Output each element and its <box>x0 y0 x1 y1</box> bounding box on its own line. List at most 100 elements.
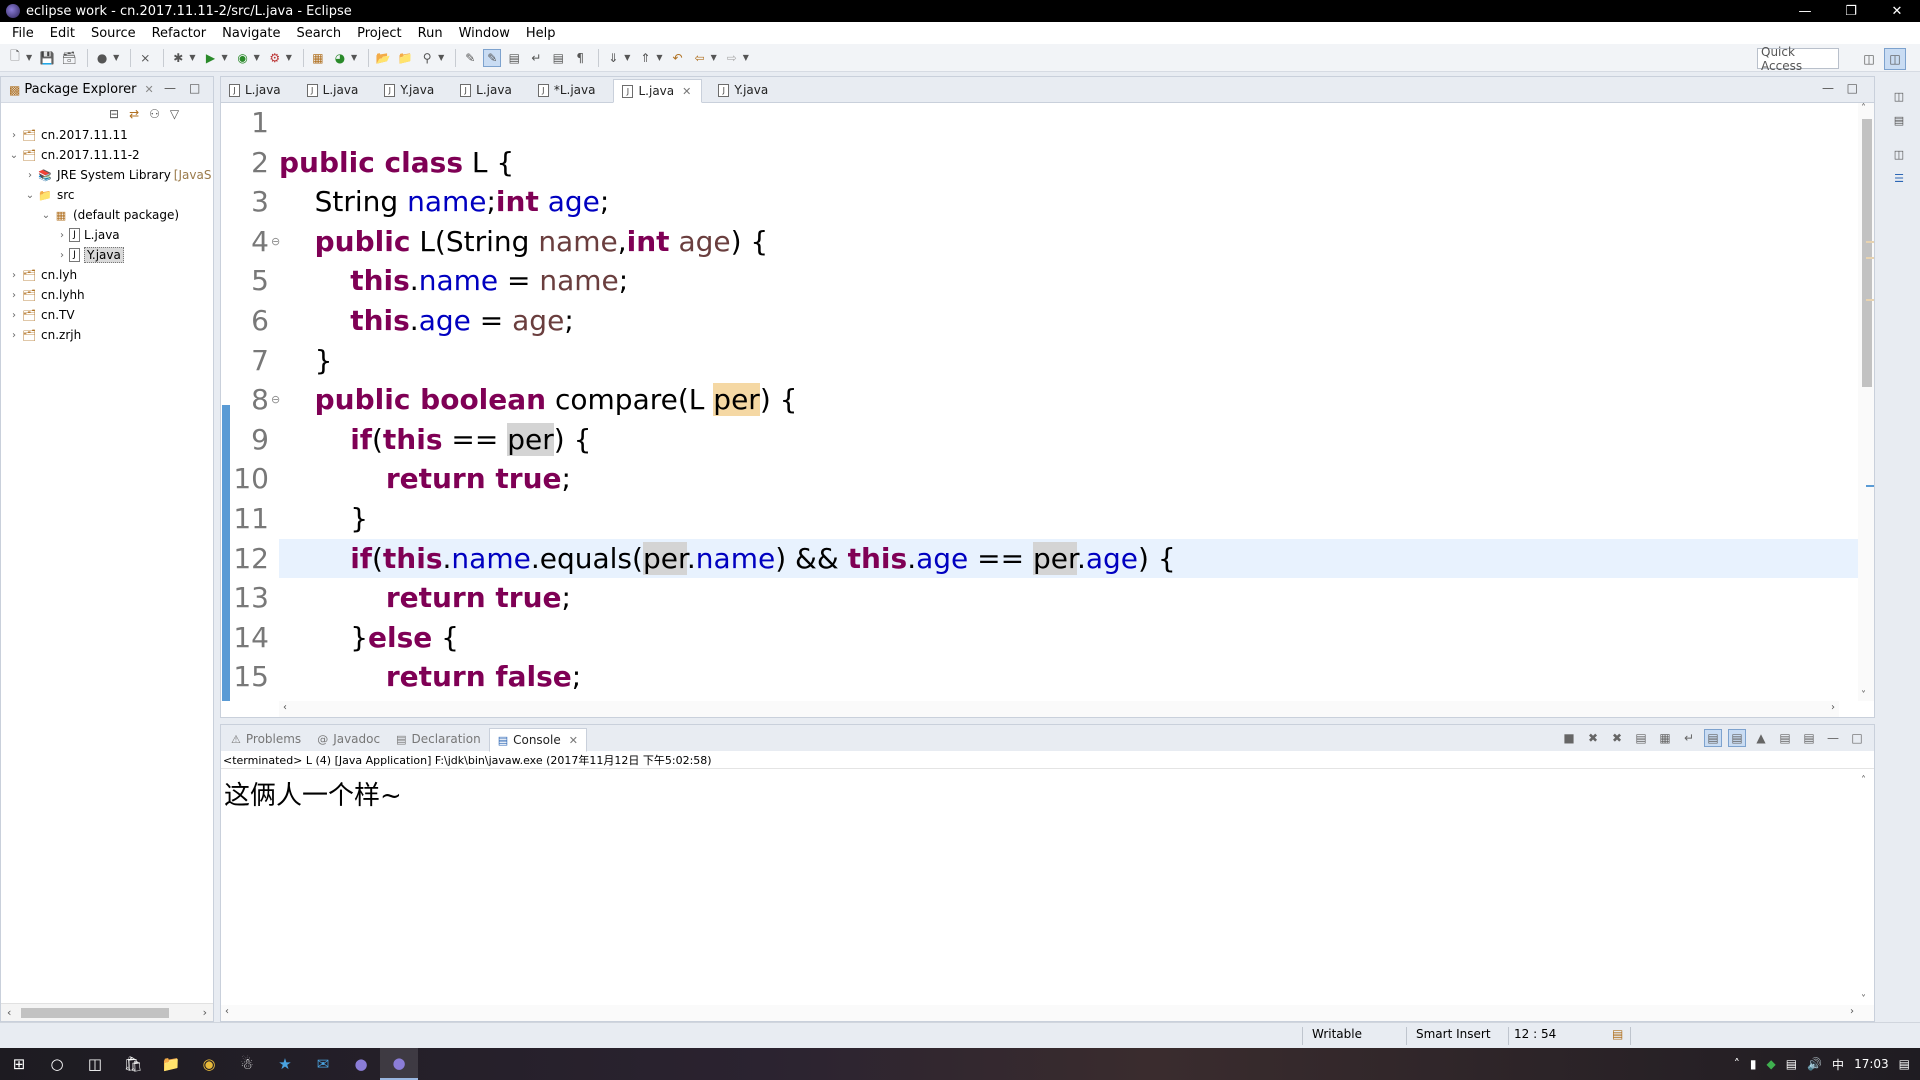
editor-tab[interactable]: J L.java <box>221 78 291 102</box>
open-type-icon[interactable]: 📂 <box>374 49 392 67</box>
menu-project[interactable]: Project <box>349 26 409 41</box>
code-line[interactable]: 3 String name;int age; <box>221 182 1861 221</box>
coverage-dropdown-icon[interactable]: ▼ <box>254 53 260 62</box>
tab-problems[interactable]: ⚠ Problems <box>223 727 309 751</box>
new-dropdown-icon[interactable]: ▼ <box>26 53 32 62</box>
restore-icon[interactable]: ❐ <box>1828 0 1874 22</box>
maximize-view-icon[interactable]: □ <box>1847 81 1858 95</box>
previous-annotation-icon[interactable]: ⇑ <box>636 49 654 67</box>
scroll-left-icon[interactable]: ‹ <box>7 1006 11 1019</box>
open-task-icon[interactable]: 📁 <box>396 49 414 67</box>
code-line[interactable]: 6 this.age = age; <box>221 301 1861 340</box>
pin-console-icon[interactable]: ▲ <box>1752 729 1770 747</box>
scroll-right-icon[interactable]: › <box>203 1006 207 1019</box>
quick-access-input[interactable]: Quick Access <box>1757 45 1839 73</box>
code-line[interactable]: 8 ⊖ public boolean compare(L per) { <box>221 380 1861 419</box>
minimize-view-icon[interactable]: — <box>1824 729 1842 747</box>
menu-refactor[interactable]: Refactor <box>144 26 215 41</box>
progress-icon[interactable]: ▤ <box>1612 1027 1623 1041</box>
collapsed-chevron-icon[interactable]: › <box>7 330 21 341</box>
notification-icon[interactable]: ▤ <box>1899 1057 1910 1071</box>
view-menu-icon[interactable]: ▽ <box>170 107 179 121</box>
task-view-icon[interactable]: ◫ <box>76 1048 114 1080</box>
editor-tab[interactable]: J Y.java <box>710 78 778 102</box>
eclipse-active-app-icon[interactable]: ● <box>380 1048 418 1080</box>
new-java-project-icon[interactable]: ▦ <box>309 49 327 67</box>
scroll-left-icon[interactable]: ‹ <box>283 702 287 713</box>
code-line[interactable]: 5 this.name = name; <box>221 261 1861 300</box>
start-icon[interactable]: ⊞ <box>0 1048 38 1080</box>
tree-item[interactable]: › 📚 JRE System Library [JavaS <box>1 165 213 185</box>
collapsed-chevron-icon[interactable]: › <box>7 270 21 281</box>
tree-item[interactable]: › 🗂 cn.lyhh <box>1 285 213 305</box>
horizontal-scrollbar[interactable]: ‹ › <box>279 701 1839 717</box>
profile-dropdown-icon[interactable]: ▼ <box>113 53 119 62</box>
remove-launch-icon[interactable]: ✖ <box>1584 729 1602 747</box>
code-line[interactable]: 14 }else { <box>221 618 1861 657</box>
editor-tab[interactable]: J *L.java <box>530 78 606 102</box>
tree-item[interactable]: › J Y.java <box>1 245 213 265</box>
tab-console[interactable]: ▤ Console ✕ <box>488 728 587 752</box>
save-icon[interactable]: 💾 <box>38 49 56 67</box>
mark-occurrences-icon[interactable]: ✎ <box>483 48 502 67</box>
tree-item[interactable]: › 🗂 cn.2017.11.11 <box>1 125 213 145</box>
qq-icon[interactable]: ☃ <box>228 1048 266 1080</box>
menu-search[interactable]: Search <box>288 26 349 41</box>
scroll-right-icon[interactable]: › <box>1831 702 1835 713</box>
code-line[interactable]: 10 return true; <box>221 459 1861 498</box>
code-line[interactable]: 1 <box>221 103 1861 142</box>
overview-marker[interactable] <box>1866 257 1874 259</box>
overview-marker[interactable] <box>1866 241 1874 243</box>
show-source-icon[interactable]: ▤ <box>549 49 567 67</box>
menu-run[interactable]: Run <box>410 26 451 41</box>
menu-navigate[interactable]: Navigate <box>214 26 288 41</box>
menu-edit[interactable]: Edit <box>42 26 83 41</box>
overview-marker[interactable] <box>1866 299 1874 301</box>
menu-source[interactable]: Source <box>83 26 144 41</box>
code-line[interactable]: 4 ⊖ public L(String name,int age) { <box>221 222 1861 261</box>
tree-item[interactable]: ⌄ 🗂 cn.2017.11.11-2 <box>1 145 213 165</box>
link-with-editor-icon[interactable]: ⇄ <box>129 107 139 121</box>
show-whitespace-icon[interactable]: ¶ <box>571 49 589 67</box>
close-icon[interactable]: ✕ <box>1874 0 1920 22</box>
skip-breakpoints-icon[interactable]: ⨯ <box>136 49 154 67</box>
minimize-view-icon[interactable]: — <box>164 81 176 95</box>
tab-javadoc[interactable]: @ Javadoc <box>309 727 388 751</box>
overview-ruler[interactable] <box>1864 103 1876 701</box>
show-on-stderr-icon[interactable]: ▤ <box>1728 729 1746 747</box>
scroll-up-icon[interactable]: ˄ <box>1861 775 1866 786</box>
eclipse-app-icon[interactable]: ● <box>342 1048 380 1080</box>
code-line[interactable]: 12 if(this.name.equals(per.name) && this… <box>221 538 1861 578</box>
back-icon[interactable]: ⇦ <box>691 49 709 67</box>
expanded-chevron-icon[interactable]: ⌄ <box>39 210 53 221</box>
package-explorer-title[interactable]: Package Explorer <box>24 82 136 97</box>
code-line[interactable]: 15 return false; <box>221 657 1861 696</box>
restore-icon[interactable]: ◫ <box>1888 144 1910 164</box>
collapse-all-icon[interactable]: ⊟ <box>109 107 119 121</box>
code-line[interactable]: 9 if(this == per) { <box>221 420 1861 459</box>
menu-window[interactable]: Window <box>451 26 518 41</box>
toggle-breadcrumb-icon[interactable]: ✎ <box>461 49 479 67</box>
tree-item[interactable]: › 🗂 cn.lyh <box>1 265 213 285</box>
previous-annotation-dropdown-icon[interactable]: ▼ <box>656 53 662 62</box>
save-all-icon[interactable]: 🗃 <box>60 49 78 67</box>
focus-on-task-icon[interactable]: ⚇ <box>149 107 160 121</box>
external-tools-dropdown-icon[interactable]: ▼ <box>286 53 292 62</box>
maximize-view-icon[interactable]: □ <box>189 81 200 95</box>
scroll-left-icon[interactable]: ‹ <box>225 1006 229 1017</box>
last-edit-location-icon[interactable]: ↶ <box>669 49 687 67</box>
search-icon[interactable]: ⚲ <box>418 49 436 67</box>
code-line[interactable]: 11 } <box>221 499 1861 538</box>
collapsed-chevron-icon[interactable]: › <box>7 290 21 301</box>
scroll-right-icon[interactable]: › <box>1850 1006 1854 1017</box>
new-icon[interactable]: 🗋 <box>6 49 24 67</box>
collapsed-chevron-icon[interactable]: › <box>23 170 37 181</box>
file-explorer-icon[interactable]: 📁 <box>152 1048 190 1080</box>
debug-icon[interactable]: ✱ <box>169 49 187 67</box>
clear-console-icon[interactable]: ▤ <box>1632 729 1650 747</box>
code-area[interactable]: 1 2 public class L {3 String name;int age;… <box>221 103 1861 701</box>
volume-icon[interactable]: 🔊 <box>1807 1057 1822 1071</box>
tree-item[interactable]: ⌄ ▦ (default package) <box>1 205 213 225</box>
run-icon[interactable]: ▶ <box>201 49 219 67</box>
java-perspective-icon[interactable]: ◫ <box>1884 48 1906 70</box>
